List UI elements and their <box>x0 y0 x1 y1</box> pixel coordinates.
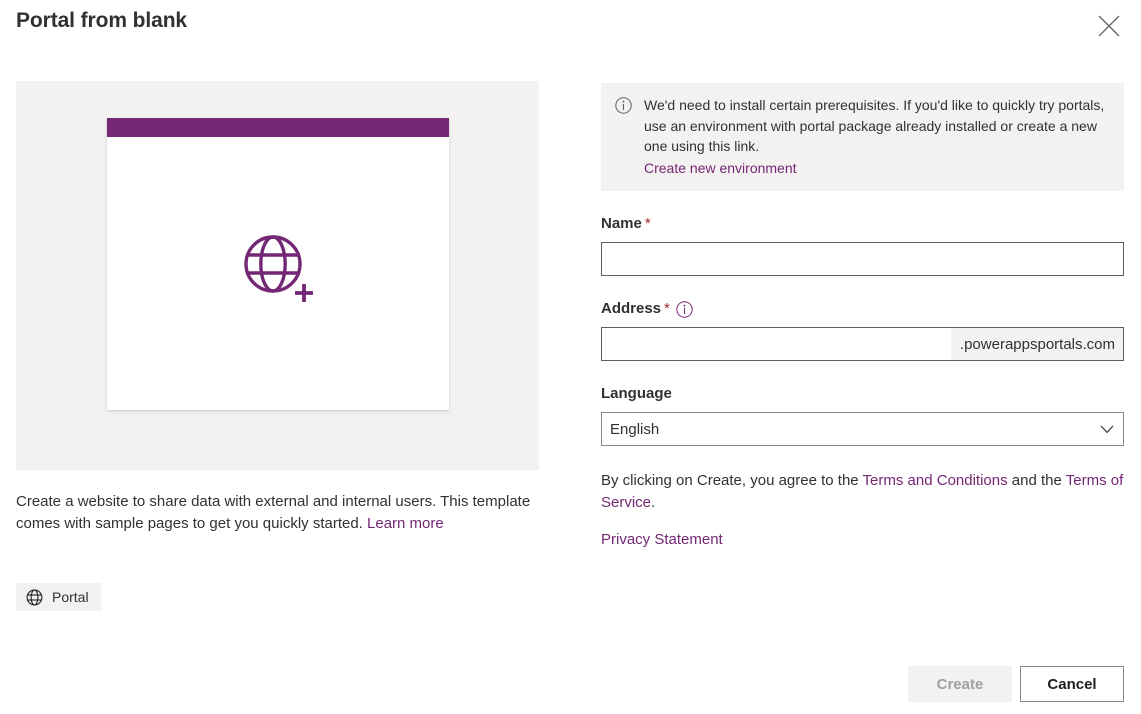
address-required-indicator: * <box>664 300 670 317</box>
language-label-text: Language <box>601 385 672 402</box>
preview-card-body <box>107 137 449 410</box>
legal-suffix: . <box>651 494 656 511</box>
address-info-icon[interactable] <box>676 300 693 318</box>
learn-more-link[interactable]: Learn more <box>367 515 444 532</box>
name-input[interactable] <box>601 242 1124 276</box>
close-icon <box>1098 15 1120 37</box>
name-required-indicator: * <box>644 215 651 232</box>
close-button[interactable] <box>1087 8 1131 44</box>
name-label-text: Name <box>601 215 642 232</box>
template-preview-card <box>107 118 449 410</box>
create-portal-form: We'd need to install certain prerequisit… <box>601 83 1124 551</box>
dialog-footer-actions: Create Cancel <box>908 666 1124 702</box>
preview-card-header-bar <box>107 118 449 137</box>
field-group-address: Address * .powerappsportals.com <box>601 299 1124 361</box>
address-input-wrapper: .powerappsportals.com <box>601 327 1124 361</box>
legal-agreement-text: By clicking on Create, you agree to the … <box>601 470 1124 551</box>
template-description-text: Create a website to share data with exte… <box>16 493 531 532</box>
address-domain-suffix: .powerappsportals.com <box>950 328 1123 360</box>
address-field-label: Address * <box>601 299 1124 319</box>
address-input[interactable] <box>602 328 951 360</box>
page-title: Portal from blank <box>16 9 187 32</box>
name-field-label: Name * <box>601 214 1124 234</box>
template-tag-portal: Portal <box>16 583 101 611</box>
legal-prefix: By clicking on Create, you agree to the <box>601 472 863 489</box>
field-group-language: Language English <box>601 384 1124 446</box>
create-button[interactable]: Create <box>908 666 1012 702</box>
info-circle-icon <box>615 97 632 178</box>
terms-and-conditions-link[interactable]: Terms and Conditions <box>863 472 1008 489</box>
prerequisites-info-banner: We'd need to install certain prerequisit… <box>601 83 1124 191</box>
legal-middle: and the <box>1007 472 1066 489</box>
language-select-wrapper: English <box>601 412 1124 446</box>
globe-icon <box>26 589 43 606</box>
create-new-environment-link[interactable]: Create new environment <box>644 158 1110 179</box>
language-field-label: Language <box>601 384 1124 404</box>
address-label-text: Address <box>601 300 662 317</box>
template-preview-pane <box>16 81 539 470</box>
template-description: Create a website to share data with exte… <box>16 491 546 535</box>
globe-add-icon <box>235 228 321 319</box>
cancel-button[interactable]: Cancel <box>1020 666 1124 702</box>
language-select[interactable]: English <box>601 412 1124 446</box>
template-tag-label: Portal <box>52 589 89 605</box>
prerequisites-message: We'd need to install certain prerequisit… <box>644 97 1105 154</box>
field-group-name: Name * <box>601 214 1124 276</box>
privacy-statement-link[interactable]: Privacy Statement <box>601 531 723 548</box>
